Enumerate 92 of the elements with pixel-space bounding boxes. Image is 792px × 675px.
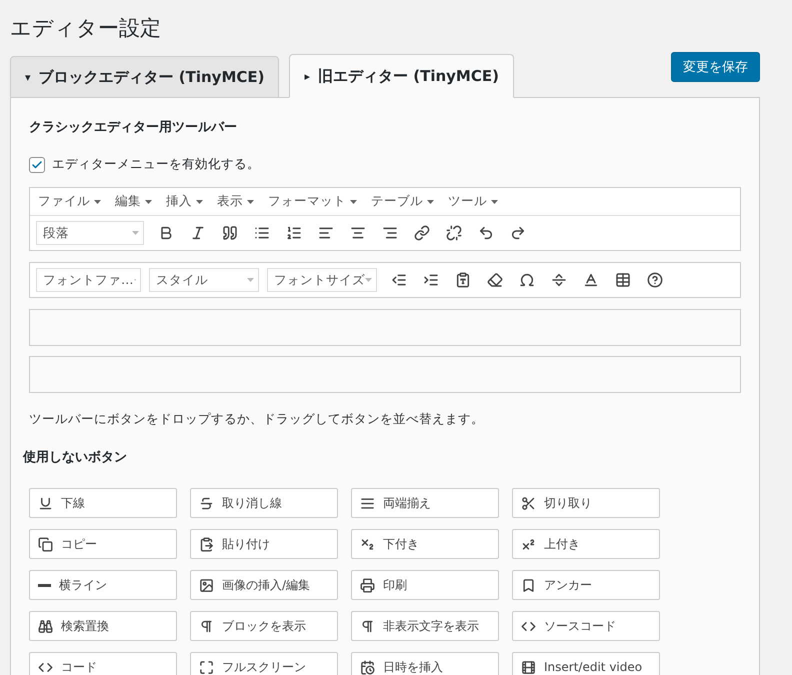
toolbar-button-item[interactable]: 切り取り (512, 488, 660, 518)
toolbar-button-item[interactable]: コピー (29, 529, 177, 559)
video-icon (521, 660, 536, 674)
toolbar-button-item[interactable]: 画像の挿入/編集 (190, 570, 338, 600)
tab-arrow: ▸ (304, 70, 310, 82)
toolbar-button-item[interactable]: ブロックを表示 (190, 611, 338, 641)
toolbar-button-item[interactable]: 取り消し線 (190, 488, 338, 518)
outdent-icon[interactable] (391, 272, 407, 288)
indent-icon[interactable] (423, 272, 439, 288)
unlink-icon[interactable] (446, 225, 462, 241)
align-right-icon[interactable] (382, 225, 398, 241)
section-heading: 使用しないボタン (23, 449, 128, 466)
toolbar-button-item[interactable]: 横ライン (29, 570, 177, 600)
toolbar-button-item[interactable]: フルスクリーン (190, 652, 338, 675)
eraser-icon[interactable] (487, 272, 503, 288)
superscript-icon (521, 536, 536, 552)
tab-label: ブロックエディター (TinyMCE) (38, 68, 264, 86)
caret-icon (247, 278, 254, 282)
caret-icon (196, 200, 203, 204)
toolbar-button-item[interactable]: アンカー (512, 570, 660, 600)
menu-item[interactable]: テーブル (371, 193, 434, 210)
help-icon[interactable] (647, 272, 663, 288)
calendar-clock-icon (360, 660, 375, 674)
printer-icon (360, 578, 375, 592)
save-button[interactable]: 変更を保存 (671, 52, 760, 82)
menu-item[interactable]: ファイル (38, 193, 101, 210)
toolbar-button-item[interactable]: 上付き (512, 529, 660, 559)
toolbar-button-item[interactable]: 非表示文字を表示 (351, 611, 499, 641)
italic-icon[interactable] (190, 225, 206, 241)
toolbar-button-item[interactable]: 下付き (351, 529, 499, 559)
checkbox[interactable] (29, 156, 45, 172)
strikethrough-icon (199, 496, 214, 510)
tab-arrow: ▾ (25, 70, 31, 84)
menu-item[interactable]: 表示 (217, 193, 254, 210)
table-icon[interactable] (615, 272, 631, 288)
scissors-icon (521, 496, 536, 510)
underline-icon (38, 496, 53, 510)
caret-icon (365, 278, 372, 282)
format-select[interactable]: 段落 (36, 221, 144, 245)
section-heading: クラシックエディター用ツールバー (29, 119, 238, 136)
caret-icon (350, 200, 357, 204)
menu-item[interactable]: 挿入 (166, 193, 203, 210)
copy-icon (38, 536, 53, 552)
page-break-icon[interactable] (551, 272, 567, 288)
subscript-icon (360, 536, 375, 552)
link-icon[interactable] (414, 225, 430, 241)
omega-icon[interactable] (519, 272, 535, 288)
redo-icon[interactable] (510, 225, 526, 241)
toolbar-button-item[interactable]: 両端揃え (351, 488, 499, 518)
caret-icon (132, 231, 139, 235)
toolbar-button-item[interactable]: 日時を挿入 (351, 652, 499, 675)
binoculars-icon (38, 618, 53, 634)
menu-item[interactable]: ツール (448, 193, 498, 210)
caret-icon (247, 200, 254, 204)
hint-text: ツールバーにボタンをドロップするか、ドラッグしてボタンを並べ替えます。 (29, 411, 485, 428)
paste-text-icon[interactable] (455, 272, 471, 288)
justify-icon (360, 496, 375, 510)
page-title: エディター設定 (10, 15, 162, 42)
font-select[interactable]: フォントファ… (36, 268, 141, 292)
toolbar-button-item[interactable]: 貼り付け (190, 529, 338, 559)
menu-item[interactable]: 編集 (115, 193, 152, 210)
tab-label: 旧エディター (TinyMCE) (318, 66, 499, 86)
align-left-icon[interactable] (318, 225, 334, 241)
paste-icon (199, 536, 214, 552)
bullet-list-icon[interactable] (254, 225, 270, 241)
caret-icon (145, 200, 152, 204)
checkmark-icon (31, 158, 43, 170)
bookmark-icon (521, 578, 536, 592)
toolbar-button-item[interactable]: コード (29, 652, 177, 675)
text-color-icon[interactable] (583, 272, 599, 288)
align-center-icon[interactable] (350, 225, 366, 241)
quote-icon[interactable] (222, 225, 238, 241)
pilcrow-icon (360, 618, 375, 634)
undo-icon[interactable] (478, 225, 494, 241)
pilcrow-icon (199, 618, 214, 634)
caret-icon (427, 200, 434, 204)
editor-tab[interactable]: ▾ ブロックエディター (TinyMCE) (10, 56, 280, 98)
checkbox-label: エディターメニューを有効化する。 (52, 156, 260, 173)
font-select[interactable]: スタイル (149, 268, 259, 292)
menu-item[interactable]: フォーマット (268, 193, 357, 210)
caret-icon (94, 200, 101, 204)
image-icon (199, 578, 214, 592)
toolbar-button-item[interactable]: 下線 (29, 488, 177, 518)
caret-icon (491, 200, 498, 204)
fullscreen-icon (199, 660, 214, 674)
numbered-list-icon[interactable] (286, 225, 302, 241)
toolbar-button-item[interactable]: 印刷 (351, 570, 499, 600)
font-select[interactable]: フォントサイズ (267, 268, 377, 292)
toolbar-button-item[interactable]: 検索置換 (29, 611, 177, 641)
toolbar-button-item[interactable]: ソースコード (512, 611, 660, 641)
toolbar-button-item[interactable]: Insert/edit video (512, 652, 660, 675)
editor-tab[interactable]: ▸ 旧エディター (TinyMCE) (289, 54, 514, 98)
